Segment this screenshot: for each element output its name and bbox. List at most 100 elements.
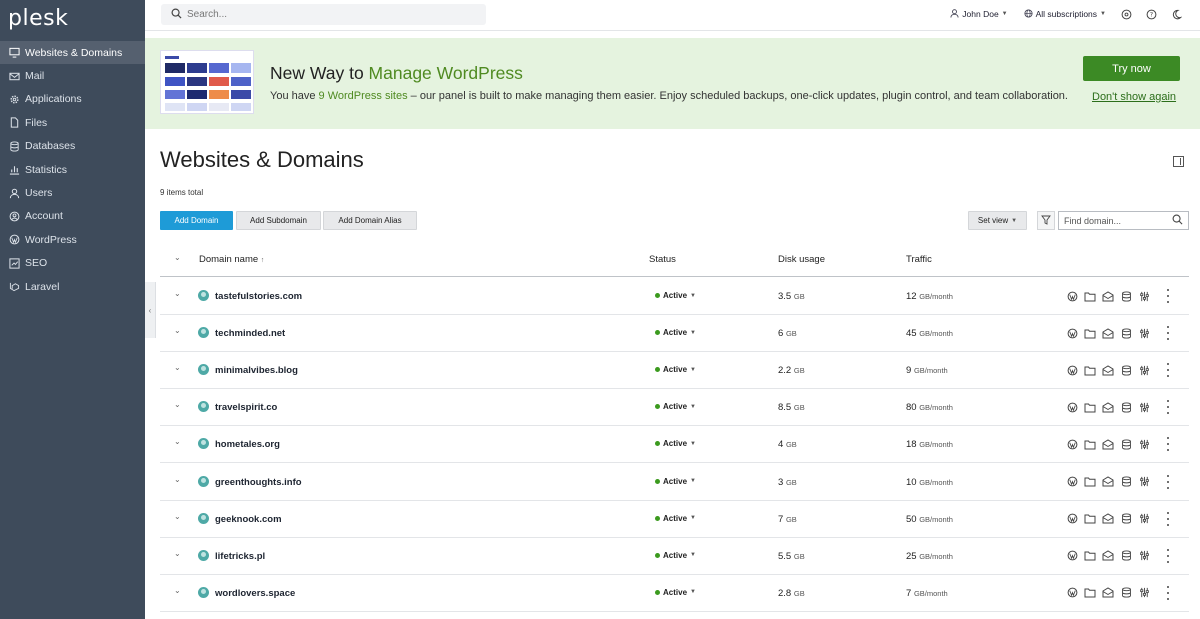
wordpress-icon[interactable]: [1066, 476, 1078, 488]
domain-name-link[interactable]: techminded.net: [215, 328, 285, 339]
sidebar-collapse-handle[interactable]: ‹: [145, 282, 156, 338]
chevron-down-icon[interactable]: ⌄: [174, 289, 181, 298]
sidebar-item-statistics[interactable]: Statistics: [0, 158, 145, 181]
wordpress-icon[interactable]: [1066, 513, 1078, 525]
database-icon[interactable]: [1120, 476, 1132, 488]
more-actions-icon[interactable]: [1163, 289, 1173, 303]
wordpress-icon[interactable]: [1066, 587, 1078, 599]
folder-icon[interactable]: [1084, 364, 1096, 376]
filter-button[interactable]: [1037, 211, 1055, 230]
wordpress-icon[interactable]: [1066, 327, 1078, 339]
mail-icon[interactable]: [1102, 401, 1114, 413]
settings-sliders-icon[interactable]: [1138, 513, 1150, 525]
folder-icon[interactable]: [1084, 476, 1096, 488]
database-icon[interactable]: [1120, 587, 1132, 599]
status-badge[interactable]: Active ▼: [655, 514, 696, 523]
table-row[interactable]: ⌄ techminded.net Active ▼ 6 GB 45 GB/month: [160, 315, 1189, 353]
wordpress-icon[interactable]: [1066, 364, 1078, 376]
more-actions-icon[interactable]: [1163, 326, 1173, 341]
settings-sliders-icon[interactable]: [1138, 401, 1150, 413]
folder-icon[interactable]: [1084, 327, 1096, 339]
settings-sliders-icon[interactable]: [1138, 290, 1150, 302]
extensions-icon[interactable]: [1120, 8, 1132, 20]
domain-name-link[interactable]: minimalvibes.blog: [215, 365, 298, 376]
domain-name-link[interactable]: greenthoughts.info: [215, 477, 302, 488]
mail-icon[interactable]: [1102, 364, 1114, 376]
user-menu[interactable]: John Doe ▼: [950, 8, 1008, 20]
sidebar-item-applications[interactable]: Applications: [0, 88, 145, 111]
table-row[interactable]: ⌄ greenthoughts.info Active ▼ 3 GB 10 GB/mont…: [160, 464, 1189, 501]
database-icon[interactable]: [1120, 550, 1132, 562]
plesk-logo[interactable]: plesk: [8, 6, 68, 31]
mail-icon[interactable]: [1102, 513, 1114, 525]
table-row[interactable]: ⌄ hometales.org Active ▼ 4 GB 18 GB/month: [160, 426, 1189, 464]
chevron-down-icon[interactable]: ⌄: [174, 512, 181, 521]
sidebar-item-users[interactable]: Users: [0, 181, 145, 204]
mail-icon[interactable]: [1102, 587, 1114, 599]
search-input[interactable]: [187, 9, 467, 20]
chevron-down-icon[interactable]: ⌄: [174, 586, 181, 595]
status-badge[interactable]: Active ▼: [655, 551, 696, 560]
column-status[interactable]: Status: [649, 254, 676, 265]
more-actions-icon[interactable]: [1163, 585, 1173, 600]
dark-mode-icon[interactable]: [1170, 8, 1182, 20]
wordpress-icon[interactable]: [1066, 438, 1078, 450]
sidebar-item-wordpress[interactable]: WordPress: [0, 228, 145, 251]
dont-show-again-link[interactable]: Don't show again: [1092, 91, 1176, 103]
find-domain-input[interactable]: [1064, 215, 1172, 226]
database-icon[interactable]: [1120, 401, 1132, 413]
table-row[interactable]: ⌄ minimalvibes.blog Active ▼ 2.2 GB 9 GB/mont…: [160, 352, 1189, 390]
domain-name-link[interactable]: tastefulstories.com: [215, 291, 302, 302]
settings-sliders-icon[interactable]: [1138, 587, 1150, 599]
status-badge[interactable]: Active ▼: [655, 439, 696, 448]
chevron-down-icon[interactable]: ⌄: [174, 475, 181, 484]
wordpress-icon[interactable]: [1066, 290, 1078, 302]
expand-all-icon[interactable]: ⌄: [174, 253, 181, 262]
sidebar-item-websites-domains[interactable]: Websites & Domains: [0, 41, 145, 65]
folder-icon[interactable]: [1084, 401, 1096, 413]
chevron-down-icon[interactable]: ⌄: [174, 400, 181, 409]
folder-icon[interactable]: [1084, 513, 1096, 525]
folder-icon[interactable]: [1084, 550, 1096, 562]
settings-sliders-icon[interactable]: [1138, 327, 1150, 339]
domain-name-link[interactable]: geeknook.com: [215, 514, 282, 525]
database-icon[interactable]: [1120, 438, 1132, 450]
add-subdomain-button[interactable]: Add Subdomain: [236, 211, 321, 230]
help-icon[interactable]: ?: [1145, 8, 1157, 20]
sidebar-item-files[interactable]: Files: [0, 111, 145, 134]
more-actions-icon[interactable]: [1163, 474, 1173, 489]
settings-sliders-icon[interactable]: [1138, 438, 1150, 450]
more-actions-icon[interactable]: [1163, 511, 1173, 526]
sidebar-item-databases[interactable]: Databases: [0, 135, 145, 158]
more-actions-icon[interactable]: [1163, 400, 1173, 415]
status-badge[interactable]: Active ▼: [655, 477, 696, 486]
table-row[interactable]: ⌄ tastefulstories.com Active ▼ 3.5 GB 12 GB/m…: [160, 278, 1189, 315]
try-now-button[interactable]: Try now: [1083, 56, 1180, 81]
domain-name-link[interactable]: lifetricks.pl: [215, 551, 265, 562]
folder-icon[interactable]: [1084, 438, 1096, 450]
table-row[interactable]: ⌄ wordlovers.space Active ▼ 2.8 GB 7 GB/month: [160, 575, 1189, 612]
mail-icon[interactable]: [1102, 550, 1114, 562]
mail-icon[interactable]: [1102, 476, 1114, 488]
mail-icon[interactable]: [1102, 290, 1114, 302]
status-badge[interactable]: Active ▼: [655, 328, 696, 337]
wordpress-icon[interactable]: [1066, 401, 1078, 413]
column-traffic[interactable]: Traffic: [906, 254, 932, 265]
chevron-down-icon[interactable]: ⌄: [174, 363, 181, 372]
add-domain-button[interactable]: Add Domain: [160, 211, 233, 230]
database-icon[interactable]: [1120, 513, 1132, 525]
database-icon[interactable]: [1120, 364, 1132, 376]
add-domain-alias-button[interactable]: Add Domain Alias: [323, 211, 417, 230]
sidebar-item-mail[interactable]: Mail: [0, 64, 145, 87]
status-badge[interactable]: Active ▼: [655, 365, 696, 374]
database-icon[interactable]: [1120, 290, 1132, 302]
set-view-button[interactable]: Set view ▼: [968, 211, 1027, 230]
sidebar-item-laravel[interactable]: Laravel: [0, 275, 145, 298]
domain-name-link[interactable]: travelspirit.co: [215, 402, 277, 413]
mail-icon[interactable]: [1102, 438, 1114, 450]
more-actions-icon[interactable]: [1163, 437, 1173, 452]
column-disk-usage[interactable]: Disk usage: [778, 254, 825, 265]
chevron-down-icon[interactable]: ⌄: [174, 549, 181, 558]
search-icon[interactable]: [1172, 212, 1183, 230]
database-icon[interactable]: [1120, 327, 1132, 339]
